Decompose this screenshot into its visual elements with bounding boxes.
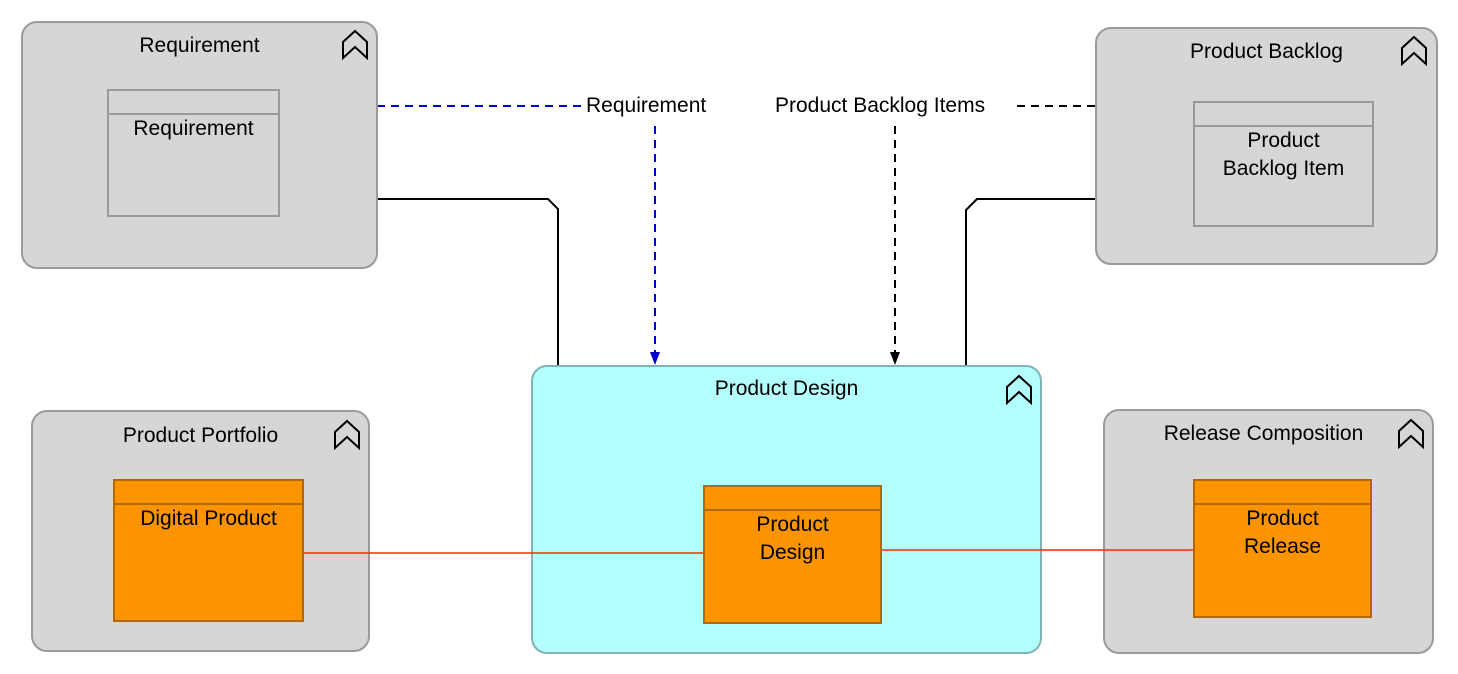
group-title: Requirement — [139, 34, 260, 57]
element-header — [705, 487, 880, 511]
group-title: Product Design — [714, 377, 859, 400]
element-header — [109, 91, 278, 115]
element-label: Product Design — [756, 513, 829, 564]
element-header — [1195, 481, 1370, 505]
group-title: Release Composition — [1163, 422, 1364, 445]
element-requirement[interactable]: Requirement — [107, 89, 280, 217]
element-product-design[interactable]: Product Design — [703, 485, 882, 624]
backlog-edge-label: Product Backlog Items — [773, 94, 988, 118]
arrowhead-icon — [890, 352, 900, 365]
element-label: Product Backlog Item — [1222, 129, 1345, 180]
element-header — [1195, 103, 1372, 127]
element-product-release[interactable]: Product Release — [1193, 479, 1372, 618]
diagram-canvas: Requirement Product Backlog Product Desi… — [0, 0, 1458, 674]
element-label: Product Release — [1243, 507, 1322, 558]
element-header — [115, 481, 302, 505]
arrowhead-icon — [650, 352, 660, 365]
group-title: Product Backlog — [1190, 40, 1343, 63]
group-title: Product Portfolio — [122, 424, 279, 447]
requirement-edge-label: Requirement — [584, 94, 709, 118]
element-label: Requirement — [133, 117, 254, 140]
element-label: Digital Product — [140, 507, 277, 530]
element-product-backlog-item[interactable]: Product Backlog Item — [1193, 101, 1374, 227]
element-digital-product[interactable]: Digital Product — [113, 479, 304, 622]
